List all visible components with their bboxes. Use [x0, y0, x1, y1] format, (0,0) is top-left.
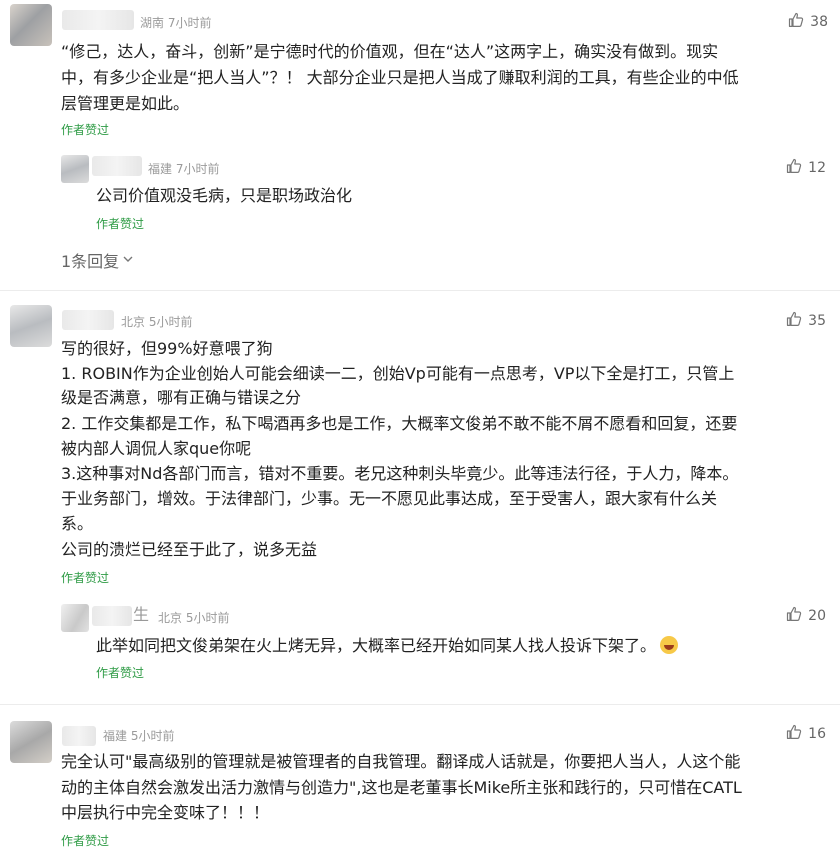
reply-text-line: 此举如同把文俊弟架在火上烤无异，大概率已经开始如同某人找人投诉下架了。 [96, 633, 679, 659]
username-redacted[interactable] [62, 10, 134, 30]
comment-divider [0, 290, 840, 291]
comment-divider [0, 704, 840, 705]
username-redacted[interactable] [92, 156, 142, 176]
reply-avatar[interactable] [61, 155, 89, 183]
author-liked-badge: 作者赞过 [96, 666, 145, 680]
comment-text-line: 系。 [61, 514, 94, 533]
like-button[interactable]: 38 [788, 12, 828, 32]
chevron-down-icon [121, 251, 135, 270]
reply-toggle-label: 1条回复 [61, 252, 120, 271]
reply-location: 福建 [148, 162, 173, 176]
reply-time: 5小时前 [185, 611, 230, 625]
comment-meta: 福建 5小时前 [103, 727, 174, 744]
avatar[interactable] [10, 4, 52, 46]
like-count: 38 [810, 14, 828, 30]
username-redacted[interactable] [92, 606, 132, 626]
reply-like-button[interactable]: 12 [786, 158, 826, 178]
thumbs-up-icon [786, 724, 802, 744]
reply-meta: 北京 5小时前 [158, 609, 229, 626]
avatar[interactable] [10, 305, 52, 347]
author-liked-badge: 作者赞过 [61, 834, 110, 848]
comment-location: 湖南 [140, 16, 165, 30]
author-liked-badge: 作者赞过 [61, 123, 110, 137]
reply-avatar[interactable] [61, 604, 89, 632]
comment-text-line: 中，有多少企业是“把人当人”？！ 大部分企业只是把人当成了赚取利润的工具，有些企… [61, 68, 739, 87]
comment-text-line: 被内部人调侃人家que你呢 [61, 439, 252, 458]
comment-text-line: 2. 工作交集都是工作，私下喝酒再多也是工作，大概率文俊弟不敢不能不屑不愿看和回… [61, 414, 738, 433]
comment-location: 北京 [121, 315, 146, 329]
like-button[interactable]: 16 [786, 724, 826, 744]
comment-meta: 湖南 7小时前 [140, 14, 211, 31]
comment-text-line: 3.这种事对Nd各部门而言，错对不重要。老兄这种刺头毕竟少。此等违法行径，于人力… [61, 464, 739, 483]
avatar[interactable] [10, 721, 52, 763]
username-redacted[interactable] [62, 310, 114, 330]
reply-like-button[interactable]: 20 [786, 606, 826, 626]
comment-text-line: 中层执行中完全变味了！！！ [61, 803, 270, 822]
comment-text-line: 级是否满意，哪有正确与错误之分 [61, 388, 302, 407]
comment-text-line: 动的主体自然会激发出活力激情与创造力",这也是老董事长Mike所主张和践行的，只… [61, 778, 742, 797]
comment-text-line: 层管理更是如此。 [61, 94, 190, 113]
author-liked-badge: 作者赞过 [96, 217, 145, 231]
comment-time: 5小时前 [148, 315, 193, 329]
comment-time: 5小时前 [130, 729, 175, 743]
comment-time: 7小时前 [167, 16, 212, 30]
reply-like-count: 20 [808, 608, 826, 624]
comment-text-line: 写的很好，但99%好意喂了狗 [61, 339, 273, 358]
comment-text-line: 完全认可"最高级别的管理就是被管理者的自我管理。翻译成人话就是，你要把人当人，人… [61, 752, 741, 771]
like-button[interactable]: 35 [786, 311, 826, 331]
username-redacted[interactable] [62, 726, 96, 746]
thumbs-up-icon [786, 311, 802, 331]
like-count: 16 [808, 726, 826, 742]
reply-meta: 福建 7小时前 [148, 160, 219, 177]
thumbs-up-icon [786, 158, 802, 178]
comment-meta: 北京 5小时前 [121, 313, 192, 330]
expand-replies-button[interactable]: 1条回复 [61, 248, 135, 272]
comment-text-line: 公司的溃烂已经至于此了，说多无益 [61, 540, 318, 559]
laughing-emoji-icon [660, 636, 679, 654]
reply-like-count: 12 [808, 160, 826, 176]
like-count: 35 [808, 313, 826, 329]
reply-text-line: 公司价值观没毛病，只是职场政治化 [96, 186, 353, 205]
author-liked-badge: 作者赞过 [61, 571, 110, 585]
thumbs-up-icon [786, 606, 802, 626]
comment-location: 福建 [103, 729, 128, 743]
reply-location: 北京 [158, 611, 183, 625]
comment-text-line: 1. ROBIN作为企业创始人可能会细读一二，创始Vp可能有一点思考，VP以下全… [61, 364, 735, 383]
thumbs-up-icon [788, 12, 804, 32]
reply-text: 此举如同把文俊弟架在火上烤无异，大概率已经开始如同某人找人投诉下架了。 [96, 636, 657, 655]
reply-username-fragment[interactable]: 生 [133, 602, 149, 628]
comment-text-line: “修己，达人，奋斗，创新”是宁德时代的价值观，但在“达人”这两字上，确实没有做到… [61, 42, 719, 61]
comment-text-line: 于业务部门，增效。于法律部门，少事。无一不愿见此事达成，至于受害人，跟大家有什么… [61, 489, 718, 508]
reply-time: 7小时前 [175, 162, 220, 176]
